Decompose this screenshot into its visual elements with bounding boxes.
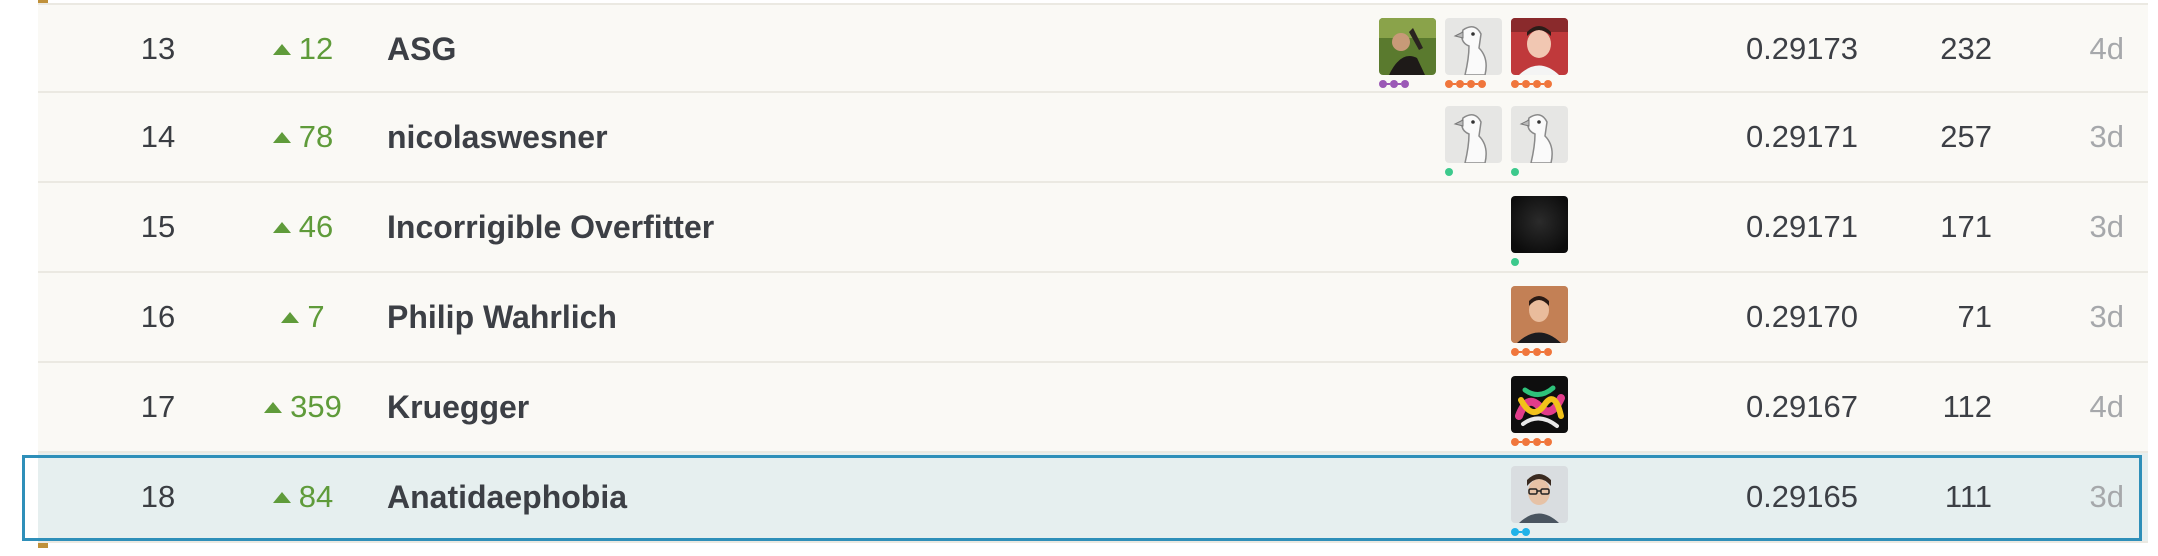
tier-dots <box>1511 80 1555 88</box>
member-avatar[interactable] <box>1511 106 1568 176</box>
score-cell: 0.29171 <box>1745 209 1858 244</box>
team-name[interactable]: Kruegger <box>387 363 1287 451</box>
member-avatar[interactable] <box>1511 18 1568 88</box>
rank-change-value: 84 <box>298 479 334 514</box>
entries-cell: 232 <box>1940 31 1992 66</box>
rank-cell: 16 <box>140 299 176 334</box>
member-avatar[interactable] <box>1511 286 1568 356</box>
leaderboard: 13 12 ASG 0.29173 232 4d 14 78 nicolaswe… <box>38 0 2148 548</box>
team-name[interactable]: Philip Wahrlich <box>387 273 1287 361</box>
member-avatar[interactable] <box>1511 196 1568 266</box>
rank-change-cell: 12 <box>203 5 403 93</box>
rank-change-cell: 78 <box>203 93 403 181</box>
rank-change-value: 46 <box>298 209 334 244</box>
score-cell: 0.29173 <box>1745 31 1858 66</box>
last-submission-cell: 3d <box>2089 119 2124 154</box>
team-name[interactable]: Anatidaephobia <box>387 453 1287 541</box>
score-cell: 0.29171 <box>1745 119 1858 154</box>
rank-change-value: 12 <box>298 31 334 66</box>
rank-up-icon <box>281 311 300 323</box>
member-avatar[interactable] <box>1445 18 1502 88</box>
entries-cell: 171 <box>1940 209 1992 244</box>
last-submission-cell: 4d <box>2089 389 2124 424</box>
leaderboard-row[interactable]: 17 359 Kruegger 0.29167 112 4d <box>38 363 2148 453</box>
member-avatar[interactable] <box>1511 376 1568 446</box>
leaderboard-row[interactable]: 16 7 Philip Wahrlich 0.29170 71 3d <box>38 273 2148 363</box>
member-avatar[interactable] <box>1511 466 1568 536</box>
entries-cell: 71 <box>1957 299 1992 334</box>
member-avatar[interactable] <box>1379 18 1436 88</box>
rank-cell: 18 <box>140 479 176 514</box>
leaderboard-rows: 13 12 ASG 0.29173 232 4d 14 78 nicolaswe… <box>38 3 2148 543</box>
team-members <box>1445 106 1568 176</box>
entries-cell: 257 <box>1940 119 1992 154</box>
rank-up-icon <box>264 401 283 413</box>
rank-up-icon <box>272 491 291 503</box>
tier-dots <box>1445 80 1489 88</box>
tier-dots <box>1445 168 1456 176</box>
tier-dots <box>1511 438 1555 446</box>
score-cell: 0.29167 <box>1745 389 1858 424</box>
score-cell: 0.29165 <box>1745 479 1858 514</box>
tier-dots <box>1511 528 1533 536</box>
tier-dots <box>1511 168 1522 176</box>
rank-change-cell: 359 <box>203 363 403 451</box>
leaderboard-row[interactable]: 13 12 ASG 0.29173 232 4d <box>38 3 2148 93</box>
tier-dots <box>1511 348 1555 356</box>
team-name[interactable]: nicolaswesner <box>387 93 1287 181</box>
entries-cell: 111 <box>1944 479 1992 514</box>
rank-cell: 17 <box>140 389 176 424</box>
member-avatar[interactable] <box>1445 106 1502 176</box>
entries-cell: 112 <box>1942 389 1992 424</box>
team-members <box>1511 286 1568 356</box>
team-name[interactable]: ASG <box>387 5 1287 93</box>
rank-change-value: 7 <box>307 299 325 334</box>
rank-change-cell: 84 <box>203 453 403 541</box>
last-submission-cell: 4d <box>2089 31 2124 66</box>
rank-change-value: 359 <box>290 389 342 424</box>
team-name[interactable]: Incorrigible Overfitter <box>387 183 1287 271</box>
tier-dots <box>1511 258 1522 266</box>
rank-up-icon <box>272 131 291 143</box>
leaderboard-row[interactable]: 15 46 Incorrigible Overfitter 0.29171 17… <box>38 183 2148 273</box>
last-submission-cell: 3d <box>2089 299 2124 334</box>
rank-cell: 15 <box>140 209 176 244</box>
team-members <box>1511 376 1568 446</box>
rank-up-icon <box>272 221 291 233</box>
team-members <box>1511 466 1568 536</box>
tier-dots <box>1379 80 1412 88</box>
team-members <box>1379 18 1568 88</box>
rank-up-icon <box>272 43 291 55</box>
score-cell: 0.29170 <box>1745 299 1858 334</box>
rank-change-value: 78 <box>298 119 334 154</box>
leaderboard-row-current-team[interactable]: 18 84 Anatidaephobia 0.29165 111 3d <box>38 453 2148 543</box>
leaderboard-row[interactable]: 14 78 nicolaswesner 0.29171 257 3d <box>38 93 2148 183</box>
rank-cell: 14 <box>140 119 176 154</box>
rank-change-cell: 46 <box>203 183 403 271</box>
rank-cell: 13 <box>140 31 176 66</box>
last-submission-cell: 3d <box>2089 209 2124 244</box>
last-submission-cell: 3d <box>2089 479 2124 514</box>
team-members <box>1511 196 1568 266</box>
rank-change-cell: 7 <box>203 273 403 361</box>
